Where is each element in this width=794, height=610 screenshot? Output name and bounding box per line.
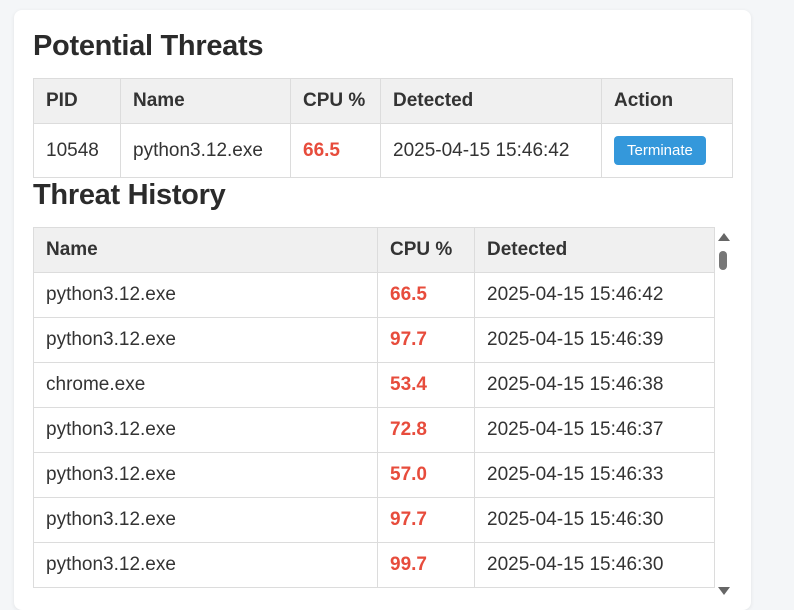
table-row: python3.12.exe 97.7 2025-04-15 15:46:30 [33,497,715,543]
table-row: python3.12.exe 72.8 2025-04-15 15:46:37 [33,407,715,453]
threat-monitor-panel: Potential Threats PID Name CPU % Detecte… [14,10,751,610]
cpu-cell: 97.7 [377,317,475,363]
process-name-cell: python3.12.exe [33,272,378,318]
threat-history-heading: Threat History [33,179,226,211]
threat-history-table: Name CPU % Detected python3.12.exe 66.5 … [33,227,715,588]
table-header-row: Name CPU % Detected [33,227,715,273]
column-header-detected: Detected [380,78,602,124]
column-header-action: Action [601,78,733,124]
detected-cell: 2025-04-15 15:46:33 [474,452,715,498]
cpu-cell: 57.0 [377,452,475,498]
cpu-cell: 97.7 [377,497,475,543]
process-name-cell: chrome.exe [33,362,378,408]
process-name-cell: python3.12.exe [33,542,378,588]
table-row: chrome.exe 53.4 2025-04-15 15:46:38 [33,362,715,408]
column-header-name: Name [33,227,378,273]
process-name-cell: python3.12.exe [33,452,378,498]
process-name-cell: python3.12.exe [120,123,291,178]
detected-cell: 2025-04-15 15:46:39 [474,317,715,363]
detected-cell: 2025-04-15 15:46:38 [474,362,715,408]
detected-cell: 2025-04-15 15:46:42 [474,272,715,318]
scroll-thumb[interactable] [719,251,727,270]
terminate-button[interactable]: Terminate [614,136,706,165]
table-row: python3.12.exe 57.0 2025-04-15 15:46:33 [33,452,715,498]
threat-history-scroll-area[interactable]: Name CPU % Detected python3.12.exe 66.5 … [33,227,732,607]
cpu-cell: 72.8 [377,407,475,453]
column-header-detected: Detected [474,227,715,273]
table-header-row: PID Name CPU % Detected Action [33,78,733,124]
cpu-cell: 66.5 [377,272,475,318]
table-row: python3.12.exe 99.7 2025-04-15 15:46:30 [33,542,715,588]
table-row: python3.12.exe 66.5 2025-04-15 15:46:42 [33,272,715,318]
cpu-cell: 99.7 [377,542,475,588]
cpu-cell: 66.5 [290,123,381,178]
column-header-cpu: CPU % [377,227,475,273]
column-header-name: Name [120,78,291,124]
detected-cell: 2025-04-15 15:46:30 [474,542,715,588]
column-header-pid: PID [33,78,121,124]
process-name-cell: python3.12.exe [33,407,378,453]
action-cell: Terminate [601,123,733,178]
history-scrollbar[interactable] [716,227,730,607]
cpu-cell: 53.4 [377,362,475,408]
scroll-up-arrow-icon[interactable] [718,233,730,241]
table-row: 10548 python3.12.exe 66.5 2025-04-15 15:… [33,123,733,178]
potential-threats-table: PID Name CPU % Detected Action 10548 pyt… [33,78,733,178]
process-name-cell: python3.12.exe [33,317,378,363]
scroll-down-arrow-icon[interactable] [718,587,730,595]
detected-cell: 2025-04-15 15:46:30 [474,497,715,543]
pid-cell: 10548 [33,123,121,178]
table-row: python3.12.exe 97.7 2025-04-15 15:46:39 [33,317,715,363]
detected-cell: 2025-04-15 15:46:37 [474,407,715,453]
detected-cell: 2025-04-15 15:46:42 [380,123,602,178]
column-header-cpu: CPU % [290,78,381,124]
process-name-cell: python3.12.exe [33,497,378,543]
potential-threats-heading: Potential Threats [33,30,264,62]
